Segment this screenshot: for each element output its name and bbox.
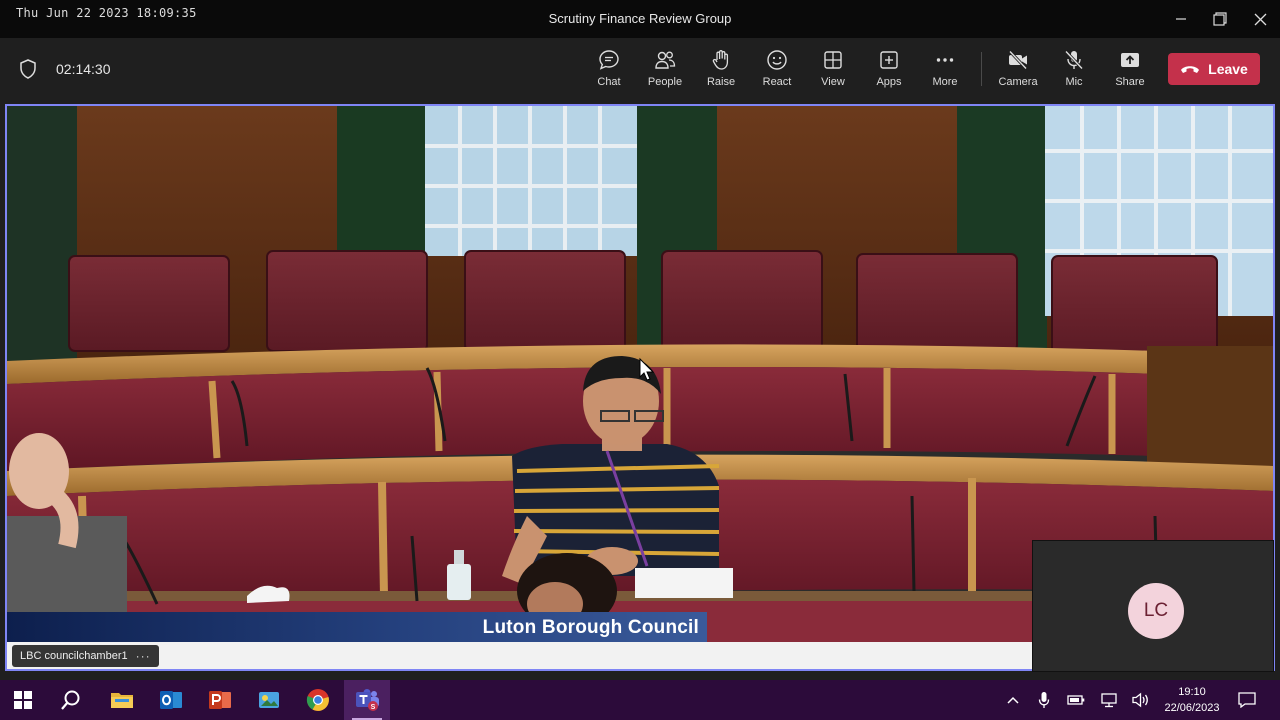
apps-plus-icon bbox=[880, 51, 898, 69]
mic-button[interactable]: Mic bbox=[1048, 48, 1100, 94]
participant-name: LBC councilchamber1 bbox=[20, 650, 128, 662]
mic-off-icon bbox=[1064, 50, 1084, 70]
outlook-icon bbox=[160, 691, 182, 709]
shield-icon[interactable] bbox=[19, 59, 37, 79]
clock-date: 22/06/2023 bbox=[1164, 702, 1220, 714]
broadcast-banner-text: Luton Borough Council bbox=[482, 617, 699, 638]
chrome-icon bbox=[306, 689, 329, 711]
paint-icon bbox=[259, 692, 279, 708]
notifications-icon bbox=[1238, 692, 1256, 708]
leave-label: Leave bbox=[1208, 61, 1248, 77]
tray-network[interactable] bbox=[1097, 690, 1121, 710]
react-button[interactable]: React bbox=[751, 48, 803, 94]
chat-label: Chat bbox=[597, 76, 621, 88]
share-label: Share bbox=[1115, 76, 1145, 88]
apps-label: Apps bbox=[876, 76, 902, 88]
windows-start-icon bbox=[14, 691, 32, 709]
taskbar-file-explorer[interactable] bbox=[99, 680, 145, 720]
share-icon bbox=[1121, 53, 1139, 67]
people-button[interactable]: People bbox=[639, 48, 691, 94]
volume-icon bbox=[1132, 692, 1148, 708]
mic-label: Mic bbox=[1065, 76, 1083, 88]
taskbar-paint[interactable] bbox=[246, 680, 292, 720]
window-title: Scrutiny Finance Review Group bbox=[548, 11, 732, 26]
more-button[interactable]: More bbox=[919, 48, 971, 94]
raise-hand-button[interactable]: Raise bbox=[695, 48, 747, 94]
title-bar: Thu Jun 22 2023 18:09:35 Scrutiny Financ… bbox=[0, 0, 1280, 38]
more-dots-icon bbox=[936, 58, 954, 62]
meeting-toolbar: 02:14:30 Chat People Raise React View Ap… bbox=[0, 38, 1280, 102]
tray-battery[interactable] bbox=[1064, 690, 1088, 710]
restore-button[interactable] bbox=[1205, 8, 1235, 30]
svg-text:S: S bbox=[371, 704, 376, 711]
minimize-button[interactable] bbox=[1166, 8, 1196, 30]
raise-label: Raise bbox=[706, 76, 736, 88]
participant-name-tag[interactable]: LBC councilchamber1 ··· bbox=[12, 645, 159, 667]
tray-volume[interactable] bbox=[1129, 690, 1153, 710]
camera-off-icon bbox=[1008, 50, 1028, 70]
taskbar-search-button[interactable] bbox=[48, 680, 94, 720]
action-center-button[interactable] bbox=[1235, 690, 1259, 710]
battery-icon bbox=[1067, 695, 1085, 705]
meeting-timer: 02:14:30 bbox=[56, 61, 111, 77]
taskbar-clock[interactable]: 19:10 22/06/2023 bbox=[1158, 684, 1226, 716]
more-label: More bbox=[932, 76, 958, 88]
taskbar-teams[interactable]: S bbox=[344, 680, 390, 720]
react-label: React bbox=[762, 76, 792, 88]
teams-icon: S bbox=[356, 689, 379, 711]
camera-label: Camera bbox=[998, 76, 1038, 88]
hang-up-icon bbox=[1181, 66, 1200, 73]
avatar: LC bbox=[1128, 583, 1184, 639]
clock-time: 19:10 bbox=[1178, 686, 1206, 698]
raise-hand-icon bbox=[712, 50, 729, 70]
tray-microphone[interactable] bbox=[1032, 690, 1056, 710]
close-button[interactable] bbox=[1245, 8, 1275, 30]
restore-icon bbox=[1213, 12, 1227, 26]
more-options-icon[interactable]: ··· bbox=[136, 649, 151, 663]
taskbar-powerpoint[interactable] bbox=[197, 680, 243, 720]
toolbar-divider bbox=[981, 52, 982, 86]
broadcast-banner: Luton Borough Council bbox=[7, 612, 707, 642]
view-grid-icon bbox=[824, 51, 842, 69]
network-icon bbox=[1101, 693, 1117, 708]
people-icon bbox=[655, 51, 676, 69]
taskbar-chrome[interactable] bbox=[295, 680, 341, 720]
react-smiley-icon bbox=[767, 50, 787, 70]
windows-taskbar: S 19:10 22/06/2023 bbox=[0, 680, 1280, 720]
view-label: View bbox=[821, 76, 845, 88]
chat-button[interactable]: Chat bbox=[583, 48, 635, 94]
self-view-tile[interactable]: LC bbox=[1032, 540, 1274, 672]
close-icon bbox=[1254, 13, 1266, 25]
camera-button[interactable]: Camera bbox=[992, 48, 1044, 94]
powerpoint-icon bbox=[209, 691, 231, 709]
search-icon bbox=[61, 690, 80, 710]
apps-button[interactable]: Apps bbox=[863, 48, 915, 94]
start-button[interactable] bbox=[0, 680, 46, 720]
people-label: People bbox=[647, 76, 683, 88]
leave-button[interactable]: Leave bbox=[1168, 53, 1260, 85]
share-button[interactable]: Share bbox=[1104, 48, 1156, 94]
window-left bbox=[425, 106, 637, 256]
file-explorer-icon bbox=[111, 693, 133, 708]
minimize-icon bbox=[1176, 18, 1186, 20]
chevron-up-icon bbox=[1007, 696, 1019, 704]
taskbar-outlook[interactable] bbox=[148, 680, 194, 720]
view-button[interactable]: View bbox=[807, 48, 859, 94]
chat-icon bbox=[599, 50, 619, 70]
tray-overflow-button[interactable] bbox=[1001, 690, 1025, 710]
microphone-icon bbox=[1038, 692, 1050, 708]
